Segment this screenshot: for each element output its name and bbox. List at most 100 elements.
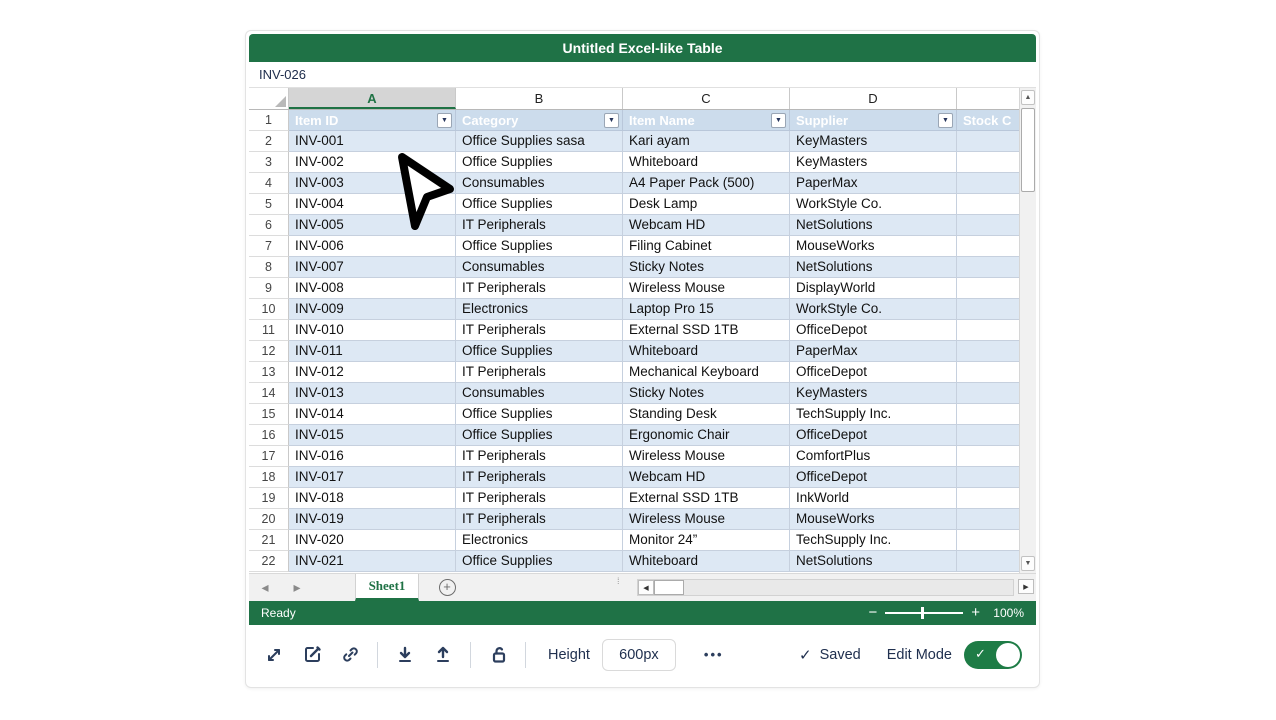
cell-item-name[interactable]: Webcam HD <box>623 215 790 236</box>
cell-item-id[interactable]: INV-008 <box>289 278 456 299</box>
cell-item-id[interactable]: INV-004 <box>289 194 456 215</box>
filter-dropdown-icon[interactable]: ▼ <box>938 113 953 128</box>
filter-header-item-name[interactable]: Item Name ▼ <box>623 110 790 131</box>
cell-category[interactable]: IT Peripherals <box>456 278 623 299</box>
cell-stock[interactable] <box>957 152 1019 173</box>
cell-stock[interactable] <box>957 509 1019 530</box>
row-number[interactable]: 15 <box>249 404 289 425</box>
scroll-up-icon[interactable]: ▲ <box>1021 90 1035 105</box>
cell-item-id[interactable]: INV-020 <box>289 530 456 551</box>
cell-item-name[interactable]: Wireless Mouse <box>623 509 790 530</box>
cell-item-id[interactable]: INV-014 <box>289 404 456 425</box>
cell-item-id[interactable]: INV-011 <box>289 341 456 362</box>
cell-item-name[interactable]: Standing Desk <box>623 404 790 425</box>
add-sheet-button[interactable]: + <box>419 574 475 601</box>
filter-dropdown-icon[interactable]: ▼ <box>604 113 619 128</box>
cell-stock[interactable] <box>957 362 1019 383</box>
row-number[interactable]: 22 <box>249 551 289 572</box>
cell-category[interactable]: Electronics <box>456 299 623 320</box>
row-number[interactable]: 2 <box>249 131 289 152</box>
edit-button[interactable] <box>301 644 323 666</box>
cell-category[interactable]: Office Supplies sasa <box>456 131 623 152</box>
cell-stock[interactable] <box>957 131 1019 152</box>
cell-supplier[interactable]: KeyMasters <box>790 131 957 152</box>
download-button[interactable] <box>394 644 416 666</box>
cell-item-id[interactable]: INV-012 <box>289 362 456 383</box>
row-number[interactable]: 10 <box>249 299 289 320</box>
cell-category[interactable]: IT Peripherals <box>456 467 623 488</box>
cell-item-name[interactable]: Mechanical Keyboard <box>623 362 790 383</box>
cell-category[interactable]: Office Supplies <box>456 341 623 362</box>
cell-category[interactable]: Consumables <box>456 383 623 404</box>
filter-dropdown-icon[interactable]: ▼ <box>771 113 786 128</box>
cell-stock[interactable] <box>957 404 1019 425</box>
column-header-d[interactable]: D <box>790 88 957 109</box>
cell-supplier[interactable]: PaperMax <box>790 173 957 194</box>
cell-category[interactable]: IT Peripherals <box>456 215 623 236</box>
row-number[interactable]: 4 <box>249 173 289 194</box>
formula-bar-value[interactable]: INV-026 <box>259 67 306 82</box>
column-header-e[interactable] <box>957 88 1019 109</box>
zoom-in-icon[interactable]: + <box>971 607 980 619</box>
row-number[interactable]: 13 <box>249 362 289 383</box>
cell-item-id[interactable]: INV-017 <box>289 467 456 488</box>
zoom-slider-thumb[interactable] <box>921 607 924 619</box>
cell-stock[interactable] <box>957 194 1019 215</box>
cell-supplier[interactable]: NetSolutions <box>790 551 957 572</box>
cell-category[interactable]: IT Peripherals <box>456 320 623 341</box>
scroll-left-icon[interactable]: ◀ <box>638 580 654 595</box>
cell-supplier[interactable]: TechSupply Inc. <box>790 404 957 425</box>
cell-supplier[interactable]: OfficeDepot <box>790 362 957 383</box>
filter-header-item-id[interactable]: Item ID ▼ <box>289 110 456 131</box>
tab-sheet1[interactable]: Sheet1 <box>355 574 419 601</box>
cell-supplier[interactable]: InkWorld <box>790 488 957 509</box>
cell-stock[interactable] <box>957 215 1019 236</box>
prev-sheet-icon[interactable]: ◂ <box>261 579 268 596</box>
cell-item-id[interactable]: INV-016 <box>289 446 456 467</box>
cell-category[interactable]: Office Supplies <box>456 236 623 257</box>
row-number[interactable]: 21 <box>249 530 289 551</box>
cell-item-id[interactable]: INV-021 <box>289 551 456 572</box>
row-number[interactable]: 12 <box>249 341 289 362</box>
column-header-b[interactable]: B <box>456 88 623 109</box>
cell-supplier[interactable]: OfficeDepot <box>790 425 957 446</box>
cell-item-id[interactable]: INV-001 <box>289 131 456 152</box>
cell-supplier[interactable]: MouseWorks <box>790 236 957 257</box>
row-number[interactable]: 7 <box>249 236 289 257</box>
row-number[interactable]: 18 <box>249 467 289 488</box>
cell-stock[interactable] <box>957 341 1019 362</box>
cell-item-id[interactable]: INV-018 <box>289 488 456 509</box>
filter-header-stock[interactable]: Stock C <box>957 110 1019 131</box>
cell-stock[interactable] <box>957 530 1019 551</box>
filter-header-category[interactable]: Category ▼ <box>456 110 623 131</box>
row-number[interactable]: 3 <box>249 152 289 173</box>
cell-supplier[interactable]: KeyMasters <box>790 152 957 173</box>
cell-stock[interactable] <box>957 236 1019 257</box>
cell-item-name[interactable]: Monitor 24” <box>623 530 790 551</box>
row-number[interactable]: 1 <box>249 110 289 131</box>
edit-mode-toggle[interactable]: ✓ <box>964 641 1022 669</box>
height-input[interactable] <box>602 639 676 671</box>
drag-handle-icon[interactable]: ⁞ <box>617 579 620 583</box>
cell-item-name[interactable]: Wireless Mouse <box>623 446 790 467</box>
cell-supplier[interactable]: KeyMasters <box>790 383 957 404</box>
vertical-scrollbar-thumb[interactable] <box>1021 108 1035 192</box>
cell-category[interactable]: IT Peripherals <box>456 362 623 383</box>
cell-supplier[interactable]: PaperMax <box>790 341 957 362</box>
filter-header-supplier[interactable]: Supplier ▼ <box>790 110 957 131</box>
zoom-slider[interactable] <box>885 612 963 614</box>
cell-category[interactable]: Consumables <box>456 173 623 194</box>
cell-item-name[interactable]: Wireless Mouse <box>623 278 790 299</box>
link-button[interactable] <box>339 644 361 666</box>
row-number[interactable]: 9 <box>249 278 289 299</box>
cell-item-name[interactable]: Sticky Notes <box>623 383 790 404</box>
cell-item-name[interactable]: Webcam HD <box>623 467 790 488</box>
cell-item-name[interactable]: Whiteboard <box>623 152 790 173</box>
lock-button[interactable] <box>487 644 509 666</box>
more-options-button[interactable]: ••• <box>704 647 724 662</box>
cell-item-id[interactable]: INV-019 <box>289 509 456 530</box>
cell-item-name[interactable]: Whiteboard <box>623 551 790 572</box>
cell-supplier[interactable]: NetSolutions <box>790 215 957 236</box>
cell-category[interactable]: IT Peripherals <box>456 488 623 509</box>
cell-category[interactable]: Consumables <box>456 257 623 278</box>
